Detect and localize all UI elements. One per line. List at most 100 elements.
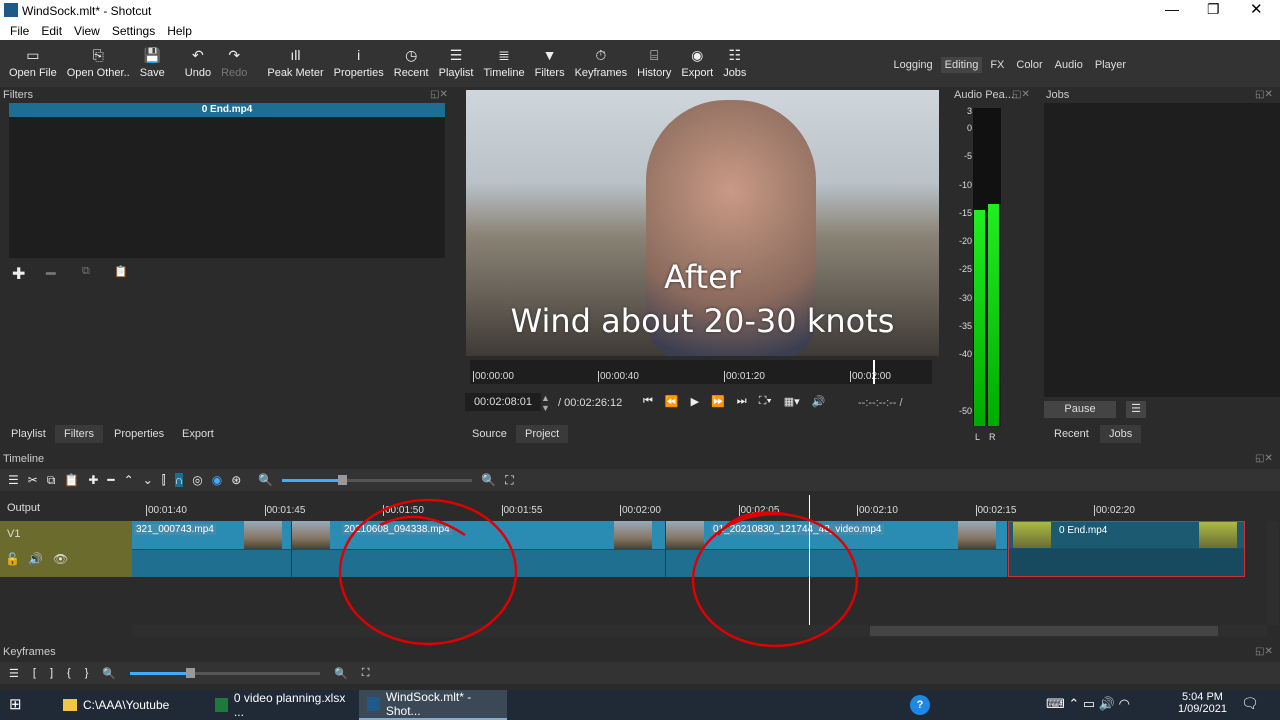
clock[interactable]: 5:04 PM 1/09/2021: [1178, 691, 1227, 715]
tab-filters[interactable]: Filters: [55, 425, 103, 443]
tab-recent[interactable]: Recent: [1045, 425, 1098, 443]
tab-source[interactable]: Source: [463, 425, 516, 443]
grid-button[interactable]: ▦▾: [784, 395, 800, 408]
layout-player[interactable]: Player: [1091, 57, 1130, 73]
menu-help[interactable]: Help: [167, 24, 192, 38]
set-filter-end-button[interactable]: ]: [50, 667, 53, 679]
menu-settings[interactable]: Settings: [112, 24, 155, 38]
peak-meter-button[interactable]: ıll Peak Meter: [262, 47, 328, 79]
timecode-spinner[interactable]: ▲ ▼: [541, 393, 550, 413]
timeline-playhead[interactable]: [809, 495, 810, 625]
split-button[interactable]: ⫿: [162, 473, 166, 488]
mute-icon[interactable]: 🔊: [28, 552, 43, 566]
tab-playlist[interactable]: Playlist: [2, 425, 55, 443]
copy-button[interactable]: ⧉: [47, 473, 56, 488]
history-button[interactable]: ⌸ History: [632, 47, 676, 79]
start-button[interactable]: ⊞: [9, 695, 22, 713]
tab-project[interactable]: Project: [516, 425, 569, 443]
help-icon[interactable]: ?: [910, 695, 930, 715]
hide-icon[interactable]: 👁: [53, 552, 68, 566]
zoom-in-icon[interactable]: 🔍: [481, 473, 496, 487]
append-button[interactable]: ✚: [88, 473, 98, 487]
timecode-input[interactable]: 00:02:08:01: [465, 393, 541, 411]
restore-button[interactable]: ❐: [1207, 1, 1220, 18]
tab-export[interactable]: Export: [173, 425, 223, 443]
properties-button[interactable]: i Properties: [329, 47, 389, 79]
jobs-list[interactable]: [1044, 103, 1280, 397]
volume-icon[interactable]: 🔊: [812, 395, 826, 408]
jobs-button[interactable]: ☷ Jobs: [718, 47, 751, 79]
pause-jobs-button[interactable]: Pause: [1044, 401, 1116, 418]
keyframes-menu-button[interactable]: ☰: [9, 667, 19, 680]
cut-button[interactable]: ✂: [28, 473, 38, 487]
skip-end-button[interactable]: ⏭: [737, 395, 747, 408]
zoom-fit-icon[interactable]: ⛶: [505, 473, 513, 488]
video-preview[interactable]: After Wind about 20-30 knots: [466, 90, 939, 356]
close-button[interactable]: ✕: [1250, 0, 1263, 18]
dock-buttons[interactable]: ◱✕: [430, 89, 448, 100]
zoom-fit-icon[interactable]: ⛶: [362, 667, 370, 680]
ripple-button[interactable]: ◉: [212, 473, 222, 487]
minimize-button[interactable]: —: [1165, 1, 1179, 17]
copy-filter-button[interactable]: ⧉: [82, 265, 90, 278]
layout-fx[interactable]: FX: [986, 57, 1008, 73]
remove-filter-button[interactable]: ━: [46, 264, 56, 284]
lock-icon[interactable]: 🔓: [5, 552, 20, 566]
tab-jobs[interactable]: Jobs: [1100, 425, 1142, 443]
export-button[interactable]: ◉ Export: [676, 47, 718, 79]
timeline-clip[interactable]: 01_20210830_121744_48_video.mp4: [666, 521, 1008, 577]
tab-properties[interactable]: Properties: [105, 425, 173, 443]
system-tray-icons[interactable]: ⌨ ⌃ ▭ 🔊 ◠: [1046, 696, 1130, 712]
keyframes-zoom-slider[interactable]: [130, 667, 321, 678]
menu-view[interactable]: View: [74, 24, 100, 38]
timeline-clip[interactable]: 20210608_094338.mp4: [292, 521, 666, 577]
jobs-menu-button[interactable]: ☰: [1126, 401, 1146, 418]
layout-audio[interactable]: Audio: [1051, 57, 1087, 73]
scrub-drag-button[interactable]: ◎: [192, 473, 202, 487]
skip-start-button[interactable]: ⏮: [643, 395, 653, 408]
taskbar-explorer[interactable]: C:\AAA\Youtube: [55, 690, 205, 720]
zoom-in-icon[interactable]: 🔍: [334, 667, 348, 680]
layout-editing[interactable]: Editing: [940, 57, 983, 73]
timeline-clip[interactable]: 321_000743.mp4: [132, 521, 292, 577]
rewind-button[interactable]: ⏪: [665, 395, 679, 408]
recent-button[interactable]: ◷ Recent: [389, 47, 434, 79]
keyframes-button[interactable]: ⏱ Keyframes: [570, 47, 633, 79]
fast-forward-button[interactable]: ⏩: [711, 395, 725, 408]
set-filter-start-button[interactable]: [: [33, 667, 36, 679]
dock-buttons[interactable]: ◱✕: [1012, 89, 1030, 100]
redo-button[interactable]: ↷ Redo: [216, 47, 252, 79]
taskbar-excel[interactable]: 0 video planning.xlsx ...: [207, 690, 357, 720]
play-button[interactable]: ▶: [691, 395, 699, 408]
lift-button[interactable]: ⌃: [124, 473, 134, 487]
ripple-delete-button[interactable]: ━: [107, 473, 114, 487]
paste-button[interactable]: 📋: [64, 473, 79, 487]
snap-button[interactable]: ∩: [174, 473, 184, 487]
taskbar-shotcut[interactable]: WindSock.mlt* - Shot...: [359, 690, 507, 720]
scrub-playhead[interactable]: [873, 360, 875, 384]
timeline-clip-selected[interactable]: 0 End.mp4: [1008, 521, 1245, 577]
timeline-menu-button[interactable]: ☰: [8, 473, 19, 487]
add-filter-button[interactable]: ✚: [12, 264, 25, 284]
timeline-hscrollbar[interactable]: [132, 625, 1267, 637]
overwrite-button[interactable]: ⌄: [143, 473, 153, 487]
undo-button[interactable]: ↶ Undo: [180, 47, 216, 79]
dock-buttons[interactable]: ◱✕: [1255, 89, 1273, 100]
save-button[interactable]: 💾 Save: [135, 47, 170, 79]
preview-scrubber[interactable]: 00:00:00 00:00:40 00:01:20 00:02:00: [470, 360, 932, 384]
zoom-fit-button[interactable]: ⛶▾: [759, 395, 772, 408]
timeline-vscrollbar[interactable]: [1267, 521, 1279, 625]
zoom-slider[interactable]: [282, 474, 473, 485]
zoom-out-icon[interactable]: 🔍: [102, 667, 116, 680]
open-other-button[interactable]: ⎘ Open Other..: [62, 47, 135, 79]
paste-filter-button[interactable]: 📋: [114, 265, 128, 278]
playlist-button[interactable]: ☰ Playlist: [434, 47, 479, 79]
timeline-button[interactable]: ≣ Timeline: [478, 47, 529, 79]
set-attack-button[interactable]: {: [67, 667, 71, 679]
zoom-out-icon[interactable]: 🔍: [258, 473, 273, 487]
menu-file[interactable]: File: [10, 24, 29, 38]
layout-color[interactable]: Color: [1012, 57, 1046, 73]
menu-edit[interactable]: Edit: [41, 24, 62, 38]
timeline-ruler[interactable]: 00:01:40 00:01:45 00:01:50 00:01:55 00:02:00…: [132, 495, 1245, 520]
filters-button[interactable]: ▼ Filters: [530, 47, 570, 79]
